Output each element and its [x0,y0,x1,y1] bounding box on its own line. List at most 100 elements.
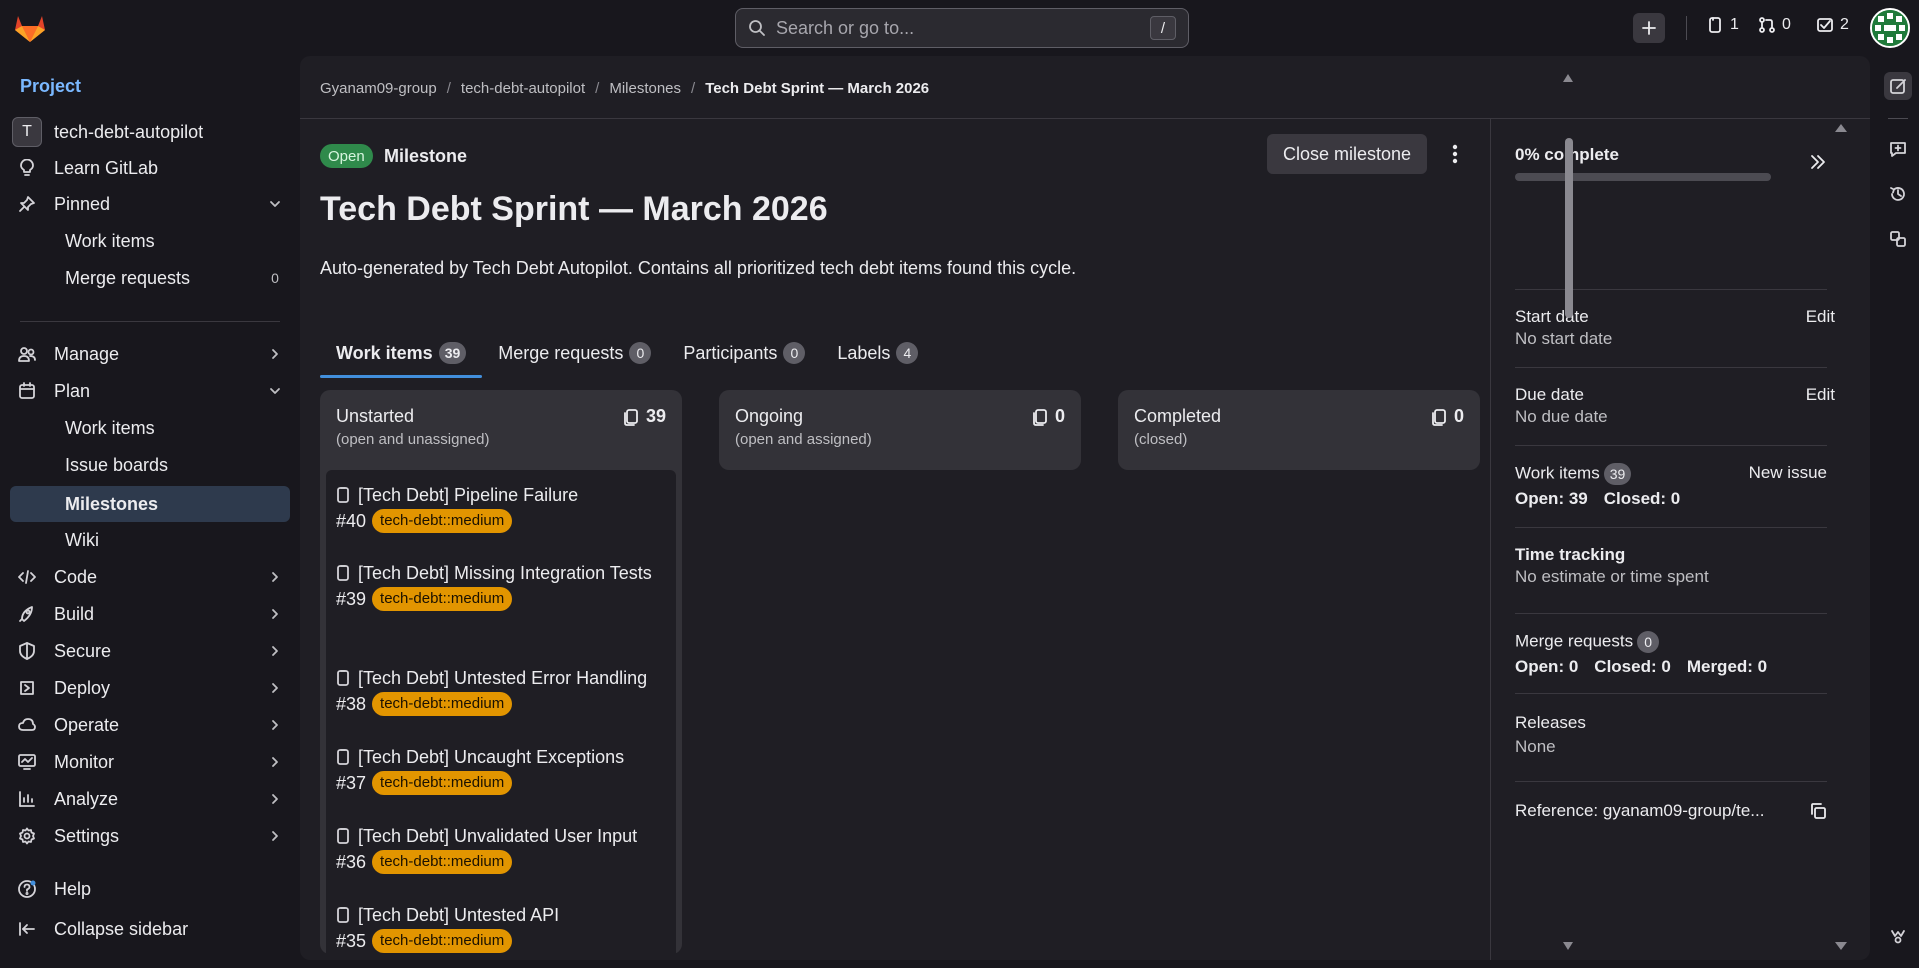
chevron-right-icon [260,348,290,360]
new-issue-button[interactable]: New issue [1749,463,1827,483]
sidebar-item-deploy[interactable]: Deploy [10,672,290,704]
list-item[interactable]: [Tech Debt] Uncaught Exceptions #37 tech-… [336,744,666,796]
user-avatar[interactable] [1870,8,1910,48]
merge-requests-section: Merge requests 0 Open: 0 Closed: 0 Merged: … [1515,631,1827,677]
mr-closed: Closed: 0 [1594,657,1671,676]
copy-icon[interactable] [1809,802,1827,820]
list-item[interactable]: [Tech Debt] Missing Integration Tests #3… [336,560,666,612]
list-item[interactable]: [Tech Debt] Unvalidated User Input #36 te… [336,823,666,875]
label-chip[interactable]: tech-debt::medium [372,929,513,953]
label-chip[interactable]: tech-debt::medium [372,850,513,874]
breadcrumb-project[interactable]: tech-debt-autopilot [461,80,585,97]
collapse-right-icon[interactable] [1809,153,1827,171]
start-date-label: Start date [1515,307,1589,326]
item-title[interactable]: [Tech Debt] Untested API [358,902,559,928]
label-chip[interactable]: tech-debt::medium [372,692,513,716]
sidebar-item-build[interactable]: Build [10,598,290,630]
sidebar-item-label: Pinned [54,193,111,214]
close-milestone-button[interactable]: Close milestone [1267,134,1428,174]
history-icon[interactable] [1884,180,1912,208]
item-title[interactable]: [Tech Debt] Pipeline Failure [358,482,578,508]
create-new-button[interactable] [1633,13,1665,43]
issue-icon [336,828,350,844]
sidebar-item-monitor[interactable]: Monitor [10,746,290,778]
work-items-open: Open: 39 [1515,489,1588,508]
merge-requests-counter[interactable]: 0 [1758,16,1791,34]
label-chip[interactable]: tech-debt::medium [372,771,513,795]
due-date-label: Due date [1515,385,1584,404]
list-item[interactable]: [Tech Debt] Pipeline Failure #40 tech-deb… [336,482,666,534]
tab-label: Participants [683,342,778,363]
sidebar-item-plan[interactable]: Plan [10,375,290,407]
scroll-down-arrow-icon[interactable] [1835,942,1847,950]
assigned-issues-counter[interactable]: 1 [1706,16,1739,34]
time-tracking-value: No estimate or time spent [1515,567,1709,586]
sidebar-item-plan-work-items[interactable]: Work items [10,412,290,444]
sidebar-item-code[interactable]: Code [10,561,290,593]
sidebar-item-operate[interactable]: Operate [10,709,290,741]
label-chip[interactable]: tech-debt::medium [372,509,513,533]
tab-count: 0 [783,342,806,364]
tab-work-items[interactable]: Work items 39 [320,332,483,378]
compare-icon[interactable] [1884,225,1912,253]
tab-labels[interactable]: Labels 4 [821,332,934,374]
collapse-sidebar-button[interactable]: Collapse sidebar [10,913,290,945]
edit-due-date-button[interactable]: Edit [1806,385,1835,405]
tanuki-ai-icon[interactable] [1884,922,1912,950]
label-chip[interactable]: tech-debt::medium [372,587,513,611]
sidebar-item-settings[interactable]: Settings [10,820,290,852]
help-button[interactable]: Help [10,873,290,905]
list-item[interactable]: [Tech Debt] Untested Error Handling #38 t… [336,665,666,717]
sidebar-item-secure[interactable]: Secure [10,635,290,667]
merge-requests-count: 0 [1782,16,1791,33]
tab-merge-requests[interactable]: Merge requests 0 [482,332,667,374]
breadcrumb-milestones[interactable]: Milestones [609,80,681,97]
sidebar-item-label: Work items [65,417,155,438]
item-title[interactable]: [Tech Debt] Unvalidated User Input [358,823,637,849]
collapse-left-icon [10,920,44,938]
item-title[interactable]: [Tech Debt] Uncaught Exceptions [358,744,624,770]
sidebar-item-issue-boards[interactable]: Issue boards [10,449,290,481]
scroll-up-arrow-icon[interactable] [1835,124,1847,132]
edit-start-date-button[interactable]: Edit [1806,307,1835,327]
sidebar-item-learn-gitlab[interactable]: Learn GitLab [10,152,290,184]
item-title[interactable]: [Tech Debt] Untested Error Handling [358,665,647,691]
issue-icon [336,565,350,581]
gitlab-logo-icon[interactable] [12,10,48,44]
list-item[interactable]: [Tech Debt] Untested API #35 tech-debt::m… [336,902,666,954]
scrollbar[interactable] [1563,74,1573,954]
sidebar-item-wiki[interactable]: Wiki [10,524,290,556]
edit-icon[interactable] [1884,72,1912,100]
breadcrumb-group[interactable]: Gyanam09-group [320,80,437,97]
sidebar-item-manage[interactable]: Manage [10,338,290,370]
add-comment-icon[interactable] [1884,135,1912,163]
sidebar-item-analyze[interactable]: Analyze [10,783,290,815]
sidebar-section-pinned[interactable]: Pinned [10,188,290,220]
sidebar-item-pinned-work-items[interactable]: Work items [10,225,290,257]
releases-value: None [1515,737,1556,756]
todos-counter[interactable]: 2 [1816,16,1849,34]
more-actions-icon[interactable] [1448,140,1462,168]
merge-requests-label: Merge requests [1515,631,1634,651]
search-icon [748,19,766,37]
sidebar-item-milestones[interactable]: Milestones [10,486,290,522]
scrollbar-thumb[interactable] [1565,138,1573,318]
search-input[interactable]: Search or go to... / [735,8,1189,48]
progress-text: 0% complete [1515,145,1619,164]
due-date-value: No due date [1515,407,1608,426]
breadcrumb-current[interactable]: Tech Debt Sprint — March 2026 [705,80,929,97]
item-ref: #36 [336,852,367,872]
tab-participants[interactable]: Participants 0 [667,332,821,374]
releases-section: Releases None [1515,713,1827,757]
sidebar-item-label: Settings [54,825,120,846]
tab-label: Work items [336,342,433,363]
sidebar-item-pinned-merge-requests[interactable]: Merge requests 0 [10,262,290,294]
column-subtitle: (open and assigned) [735,431,872,448]
sidebar-item-project[interactable]: T tech-debt-autopilot [10,116,290,148]
reference-section: Reference: gyanam09-group/te... [1515,801,1827,821]
item-ref: #37 [336,773,367,793]
sidebar-item-label: Build [54,603,95,624]
chevron-right-icon [260,645,290,657]
rocket-icon [10,605,44,623]
item-title[interactable]: [Tech Debt] Missing Integration Tests [358,560,652,586]
